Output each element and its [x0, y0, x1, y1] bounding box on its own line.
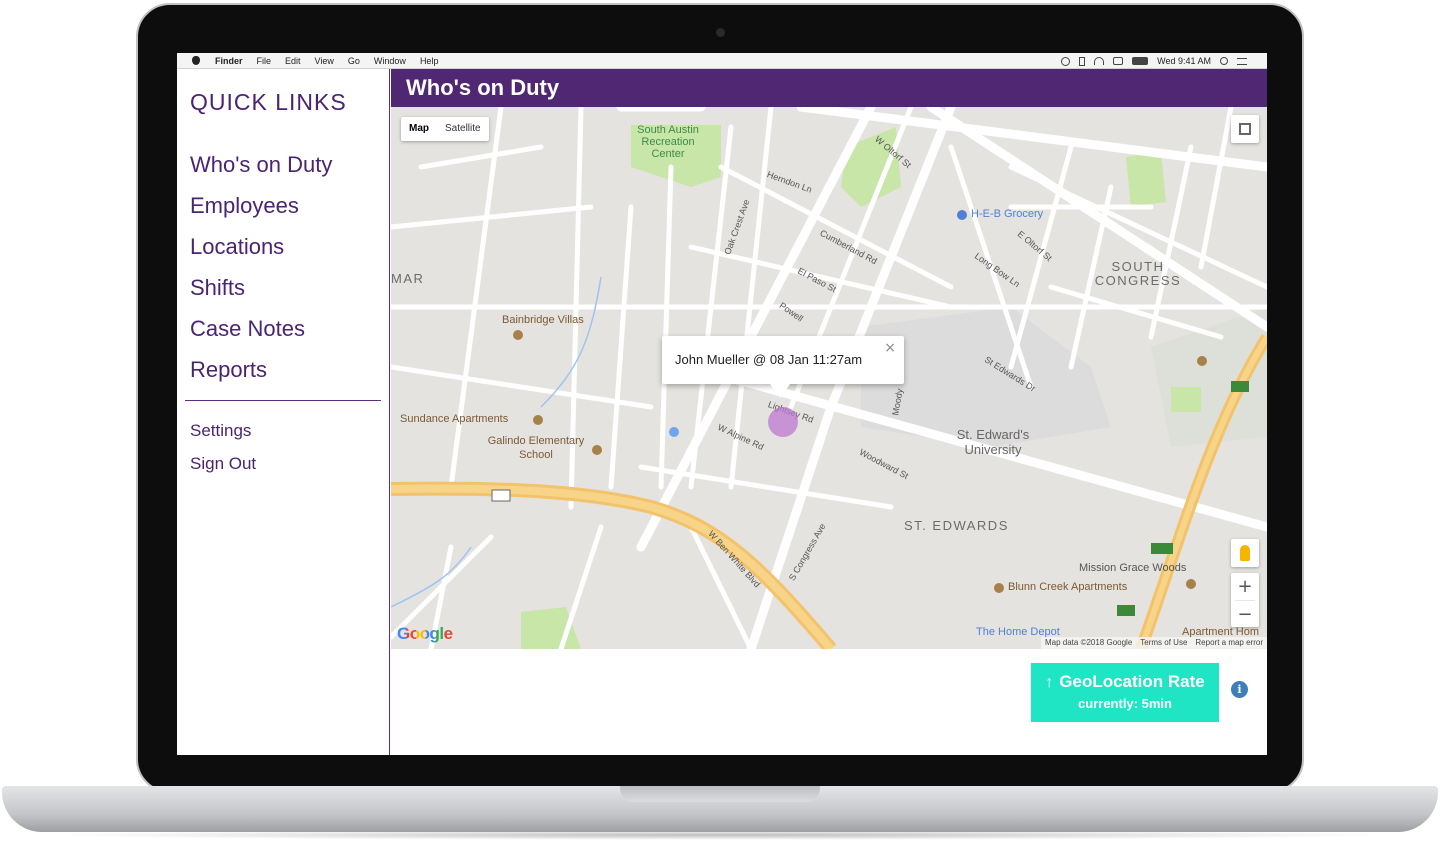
menu-view[interactable]: View — [315, 56, 334, 66]
nav-employees[interactable]: Employees — [190, 185, 332, 226]
battery-icon[interactable] — [1132, 57, 1149, 65]
nav-locations[interactable]: Locations — [190, 226, 332, 267]
map-view[interactable]: South Austin Recreation Center H-E-B Gro… — [391, 107, 1267, 649]
map-type-satellite[interactable]: Satellite — [437, 117, 489, 141]
apple-icon[interactable] — [189, 56, 203, 66]
label-st-edwards-university: St. Edward's University — [956, 427, 1030, 457]
report-error-link[interactable]: Report a map error — [1195, 637, 1263, 649]
nav-shifts[interactable]: Shifts — [190, 267, 332, 308]
sidebar: QUICK LINKS Who's on Duty Employees Loca… — [177, 69, 390, 755]
park-area — [1126, 152, 1166, 207]
employee-marker[interactable] — [768, 407, 798, 437]
label-bainbridge: Bainbridge Villas — [502, 314, 584, 326]
label-heb: H-E-B Grocery — [971, 208, 1044, 220]
map-attribution: Map data ©2018 Google Terms of Use Repor… — [1040, 637, 1267, 649]
menu-finder[interactable]: Finder — [215, 56, 243, 66]
nav-case-notes[interactable]: Case Notes — [190, 308, 332, 349]
close-icon[interactable]: × — [884, 340, 896, 356]
camera-icon — [716, 28, 725, 37]
nav-reports[interactable]: Reports — [190, 349, 332, 390]
screen: Finder File Edit View Go Window Help Wed… — [177, 53, 1267, 755]
geolocation-rate-label-row: ↑ GeoLocation Rate — [1031, 663, 1219, 692]
terms-link[interactable]: Terms of Use — [1140, 637, 1187, 649]
info-window: John Mueller @ 08 Jan 11:27am × — [662, 336, 904, 384]
map-data-credit: Map data ©2018 Google — [1044, 638, 1133, 647]
label-blunn-creek: Blunn Creek Apartments — [1008, 581, 1128, 593]
park-area — [1171, 387, 1201, 412]
location-dot — [669, 427, 679, 437]
primary-nav: Who's on Duty Employees Locations Shifts… — [190, 144, 332, 390]
sidebar-divider — [185, 400, 381, 401]
google-logo[interactable]: Google — [397, 624, 453, 644]
mac-menubar: Finder File Edit View Go Window Help Wed… — [177, 53, 1267, 69]
geolocation-rate-current: currently: 5min — [1078, 696, 1172, 711]
google-logo-text: Google — [397, 624, 453, 643]
label-st-edwards: ST. EDWARDS — [904, 518, 1009, 533]
info-icon[interactable]: i — [1231, 681, 1248, 698]
menubar-clock[interactable]: Wed 9:41 AM — [1157, 56, 1211, 66]
label-recreation: South Austin Recreation Center — [637, 124, 699, 160]
label-sundance: Sundance Apartments — [400, 413, 509, 425]
quick-links-title: QUICK LINKS — [190, 89, 347, 115]
map-type-map[interactable]: Map — [401, 117, 437, 141]
nav-whos-on-duty[interactable]: Who's on Duty — [190, 144, 332, 185]
menu-window[interactable]: Window — [374, 56, 406, 66]
menu-help[interactable]: Help — [420, 56, 439, 66]
arrow-up-icon: ↑ — [1045, 674, 1054, 691]
menu-edit[interactable]: Edit — [285, 56, 301, 66]
menubar-status: Wed 9:41 AM — [1061, 53, 1247, 69]
info-window-tail — [770, 384, 790, 398]
laptop-notch — [620, 786, 820, 802]
label-mar: MAR — [391, 271, 425, 286]
zoom-in-button[interactable]: + — [1231, 573, 1259, 600]
menu-file[interactable]: File — [257, 56, 272, 66]
street-view-icon[interactable] — [1231, 539, 1259, 567]
nav-settings[interactable]: Settings — [190, 414, 256, 447]
secondary-nav: Settings Sign Out — [190, 414, 256, 480]
label-mission-grace: Mission Grace Woods — [1079, 562, 1187, 574]
bluetooth-icon[interactable] — [1079, 56, 1086, 66]
volume-icon[interactable] — [1113, 57, 1124, 65]
label-galindo: Galindo Elementary School — [487, 435, 585, 461]
zoom-out-button[interactable]: − — [1231, 601, 1259, 628]
fullscreen-icon[interactable] — [1231, 115, 1259, 143]
time-machine-icon[interactable] — [1061, 56, 1071, 66]
map-type-control: Map Satellite — [401, 117, 489, 141]
page-title: Who's on Duty — [406, 75, 560, 100]
nav-sign-out[interactable]: Sign Out — [190, 447, 256, 480]
notification-center-icon[interactable] — [1237, 57, 1247, 65]
laptop-mockup: Finder File Edit View Go Window Help Wed… — [0, 0, 1440, 844]
geolocation-rate-label: GeoLocation Rate — [1059, 672, 1205, 691]
zoom-control: + − — [1231, 573, 1259, 627]
menu-go[interactable]: Go — [348, 56, 360, 66]
spotlight-icon[interactable] — [1220, 57, 1228, 65]
wifi-icon[interactable] — [1094, 57, 1105, 65]
info-window-text: John Mueller @ 08 Jan 11:27am — [675, 352, 863, 367]
page-header: Who's on Duty — [391, 69, 1267, 107]
geolocation-rate-button[interactable]: ↑ GeoLocation Rate currently: 5min — [1031, 663, 1219, 722]
label-south-congress: SOUTH CONGRESS — [1094, 259, 1182, 288]
